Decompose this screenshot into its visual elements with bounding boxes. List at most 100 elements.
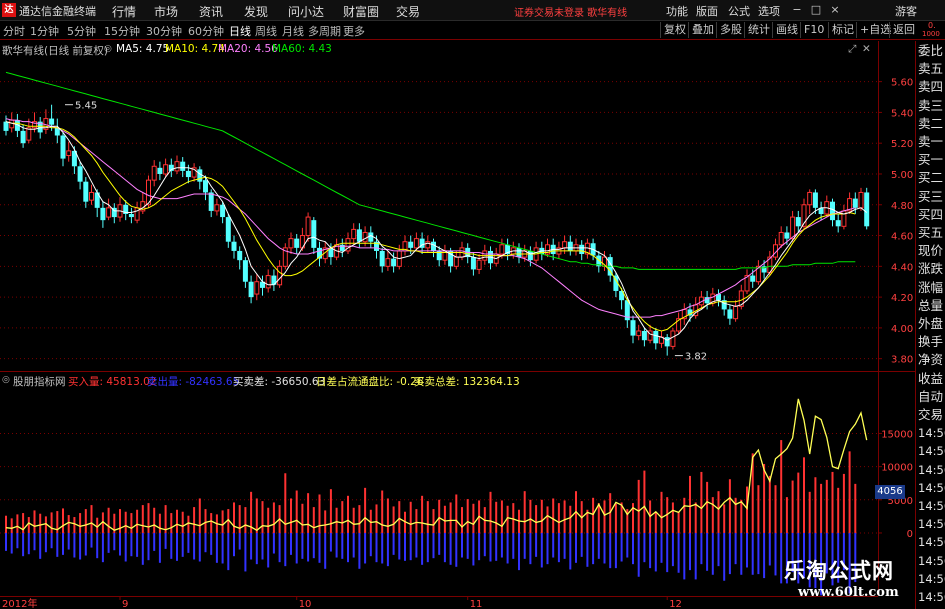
stats-button[interactable]: 统计 <box>744 22 773 38</box>
menu-formula[interactable]: 公式 <box>728 3 750 19</box>
adjust-button[interactable]: 复权 <box>660 22 689 38</box>
menu-function[interactable]: 功能 <box>666 3 688 19</box>
buy-bar <box>803 457 805 533</box>
sell-bar <box>16 532 19 549</box>
quote-panel-item[interactable]: 净资 <box>918 352 943 368</box>
quote-panel-item[interactable]: 涨跌 <box>918 261 943 277</box>
quote-panel-item[interactable]: 14:56 <box>918 480 945 496</box>
sell-bar <box>711 532 714 575</box>
period-tab-1min[interactable]: 1分钟 <box>30 23 59 39</box>
period-tab-multi[interactable]: 多周期 <box>308 23 341 39</box>
quote-panel-item[interactable]: 卖一 <box>918 134 943 150</box>
quote-panel-item[interactable]: 买二 <box>918 170 943 186</box>
quote-panel-item[interactable]: 14:56 <box>918 498 945 514</box>
candle-body-down <box>727 309 733 319</box>
menu-discover[interactable]: 发现 <box>244 3 268 20</box>
quote-panel-item[interactable]: 14:56 <box>918 425 945 441</box>
menu-options[interactable]: 选项 <box>758 3 780 19</box>
quote-panel-item[interactable]: 卖四 <box>918 79 943 95</box>
candle-body-down <box>248 281 254 298</box>
menu-wealth[interactable]: 财富圈 <box>343 3 379 20</box>
sell-bar <box>575 532 577 563</box>
period-tab-30min[interactable]: 30分钟 <box>146 23 182 39</box>
quote-panel-item[interactable]: 买一 <box>918 152 943 168</box>
quote-panel-item[interactable]: 总量 <box>918 298 943 314</box>
indicator-toggle-icon[interactable]: ◎ <box>2 375 10 385</box>
quote-panel-item[interactable]: 14:56 <box>918 462 945 478</box>
quote-panel-item[interactable]: 交易 <box>918 407 943 423</box>
chart-close-icon[interactable]: ✕ <box>862 43 871 55</box>
buy-bar <box>723 504 726 533</box>
quote-panel-item[interactable]: 14:56 <box>918 571 945 587</box>
sell-bar <box>529 532 532 565</box>
candle-body-down <box>203 180 208 193</box>
quote-panel-item[interactable]: 现价 <box>918 243 943 259</box>
menu-ask[interactable]: 问小达 <box>288 3 324 20</box>
indicator-chart[interactable] <box>0 387 878 596</box>
overlay-button[interactable]: 叠加 <box>688 22 717 38</box>
quote-panel-item[interactable]: 外盘 <box>918 316 943 332</box>
quote-panel-item[interactable]: 14:56 <box>918 443 945 459</box>
quote-panel-item[interactable]: 自动 <box>918 389 943 405</box>
period-tab-60min[interactable]: 60分钟 <box>188 23 224 39</box>
mark-button[interactable]: 标记 <box>828 22 857 38</box>
quote-panel-item[interactable]: 卖五 <box>918 61 943 77</box>
buy-bar <box>170 513 173 533</box>
quote-panel-item[interactable]: 收益 <box>918 371 943 387</box>
candle-body-up <box>277 265 283 286</box>
period-tab-weekly[interactable]: 周线 <box>255 23 277 39</box>
period-tab-more[interactable]: 更多 <box>343 23 365 39</box>
buy-bar <box>797 472 800 533</box>
quote-panel-item[interactable]: 委比 <box>918 43 943 59</box>
quote-panel-item[interactable]: 涨幅 <box>918 280 943 296</box>
sell-bar <box>500 532 503 558</box>
quote-panel-item[interactable]: 14:56 <box>918 534 945 550</box>
period-tab-5min[interactable]: 5分钟 <box>67 23 96 39</box>
period-tab-intraday[interactable]: 分时 <box>3 23 25 39</box>
period-tab-monthly[interactable]: 月线 <box>282 23 304 39</box>
pane-divider[interactable] <box>0 371 915 372</box>
sell-bar <box>272 532 275 554</box>
draw-line-button[interactable]: 画线 <box>772 22 801 38</box>
quote-panel-item[interactable]: 卖二 <box>918 116 943 132</box>
back-button[interactable]: 返回 <box>889 22 918 38</box>
multi-stock-button[interactable]: 多股 <box>716 22 745 38</box>
ma5-legend: MA5: 4.75 <box>116 43 170 55</box>
f10-button[interactable]: F10 <box>800 22 827 38</box>
close-icon[interactable]: × <box>827 2 843 18</box>
candle-body-down <box>391 258 397 267</box>
candlestick-chart[interactable]: 5.45 3.82 <box>0 57 878 371</box>
buy-bar <box>654 511 657 533</box>
minimize-icon[interactable]: − <box>789 2 805 18</box>
expand-icon[interactable]: ⤢ <box>848 43 856 56</box>
sell-bar <box>614 532 617 569</box>
quote-panel-item[interactable]: 买四 <box>918 207 943 223</box>
menu-quotes[interactable]: 行情 <box>112 3 136 20</box>
period-tab-15min[interactable]: 15分钟 <box>104 23 140 39</box>
menu-trade[interactable]: 交易 <box>396 3 420 20</box>
maximize-icon[interactable]: □ <box>808 2 824 18</box>
sell-bar <box>643 532 646 563</box>
buy-bar <box>33 510 36 533</box>
sell-bar <box>700 532 703 565</box>
quote-panel-item[interactable]: 14:56 <box>918 553 945 569</box>
quote-panel-item[interactable]: 卖三 <box>918 98 943 114</box>
quote-panel-item[interactable]: 换手 <box>918 334 943 350</box>
period-tab-daily[interactable]: 日线 <box>229 23 251 39</box>
buy-bar <box>119 509 121 533</box>
quote-panel-item[interactable]: 买五 <box>918 225 943 241</box>
buy-bar <box>746 486 748 533</box>
candle-body-down <box>83 181 89 202</box>
quote-panel-item[interactable]: 14:56 <box>918 516 945 532</box>
menu-market[interactable]: 市场 <box>154 3 178 20</box>
guest-label[interactable]: 游客 <box>895 3 917 19</box>
legend-toggle-icon[interactable]: ◎ <box>104 44 112 54</box>
candle-body-up <box>778 231 784 246</box>
menu-layout[interactable]: 版面 <box>696 3 718 19</box>
menu-news[interactable]: 资讯 <box>199 3 223 20</box>
sell-bar <box>369 532 372 557</box>
sell-bar <box>592 532 595 565</box>
quote-panel-item[interactable]: 14:56 <box>918 589 945 605</box>
buy-bar <box>740 499 743 533</box>
quote-panel-item[interactable]: 买三 <box>918 189 943 205</box>
